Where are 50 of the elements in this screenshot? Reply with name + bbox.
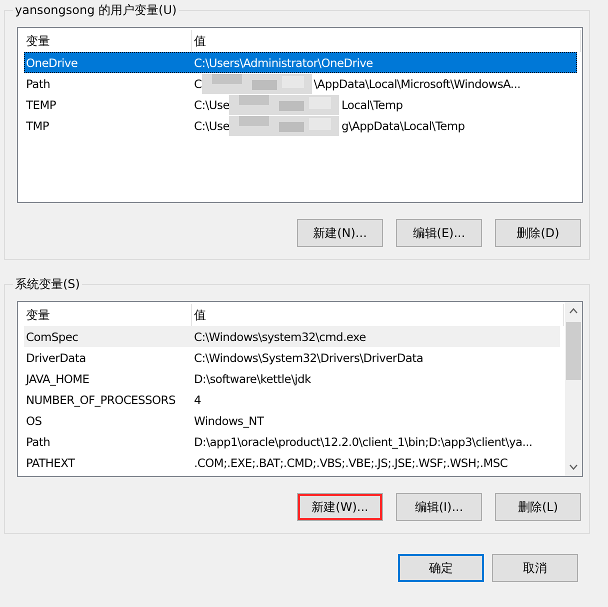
action-button[interactable]: 新建(N)...	[297, 219, 383, 247]
variable-row[interactable]: Path C \AppData\Local\Microsoft\WindowsA...	[24, 73, 577, 94]
scroll-up-icon[interactable]	[569, 308, 578, 314]
variable-name: DriverData	[25, 350, 87, 364]
variable-row[interactable]: Path D:\app1\oracle\product\12.2.0\client_1\bin;D:\app3\client\ya...	[24, 431, 560, 452]
cancel-button[interactable]: 取消	[492, 554, 578, 582]
action-button[interactable]: 编辑(I)...	[396, 493, 482, 521]
variable-name: OneDrive	[25, 56, 79, 70]
variable-value: 4	[193, 392, 202, 406]
variable-value: D:\software\kettle\jdk	[193, 372, 311, 386]
scrollbar[interactable]	[565, 302, 582, 476]
ok-button[interactable]: 确定	[398, 554, 484, 582]
variable-value: Local\Temp	[340, 98, 403, 112]
variable-name: TMP	[25, 118, 50, 132]
variable-name: ComSpec	[25, 330, 80, 344]
variable-value: \AppData\Local\Microsoft\WindowsA...	[312, 76, 520, 90]
variable-name: Path	[25, 76, 52, 90]
variable-name: JAVA_HOME	[24, 372, 90, 386]
variable-row[interactable]: NUMBER_OF_PROCESSORS 4	[24, 389, 560, 410]
variable-row[interactable]: OneDrive C:\Users\Administrator\OneDrive	[24, 52, 577, 73]
scroll-down-icon[interactable]	[569, 464, 578, 470]
variable-value: C:\Use	[193, 98, 230, 112]
variable-row[interactable]: TEMP C:\Use Local\Temp	[24, 94, 577, 115]
variable-value: C	[193, 76, 202, 90]
group-title: 系统变量(S)	[13, 276, 82, 293]
action-button[interactable]: 删除(D)	[495, 219, 581, 247]
variable-name: PATHEXT	[25, 456, 76, 470]
variable-value: g\AppData\Local\Temp	[340, 118, 465, 132]
variable-value: C:\Windows\system32\cmd.exe	[193, 330, 366, 344]
group-title: yansongsong 的用户变量(U)	[13, 2, 179, 19]
variable-row[interactable]: OS Windows_NT	[24, 410, 560, 431]
variable-row[interactable]: TMP C:\Use g\AppData\Local\Temp	[24, 115, 577, 136]
variable-value: .COM;.EXE;.BAT;.CMD;.VBS;.VBE;.JS;.JSE;.WSF;.WSH;.MSC	[193, 456, 508, 470]
variable-name: NUMBER_OF_PROCESSORS	[25, 392, 176, 406]
variable-value: C:\Users\Administrator\OneDrive	[193, 56, 373, 70]
variable-name: TEMP	[25, 98, 57, 112]
action-button[interactable]: 新建(W)...	[297, 493, 383, 521]
variable-value: D:\app1\oracle\product\12.2.0\client_1\bin;D:\app3\client\ya...	[193, 434, 532, 448]
variable-row[interactable]: JAVA_HOME D:\software\kettle\jdk	[24, 368, 560, 389]
action-button[interactable]: 删除(L)	[495, 493, 581, 521]
variable-value: Windows_NT	[193, 414, 264, 428]
variable-value: C:\Windows\System32\Drivers\DriverData	[193, 350, 424, 364]
variable-name: Path	[25, 434, 52, 448]
scroll-thumb[interactable]	[566, 322, 581, 380]
variable-name: OS	[25, 414, 43, 428]
variable-row[interactable]: PATHEXT .COM;.EXE;.BAT;.CMD;.VBS;.VBE;.JS;.JSE;.WSF;.WSH;.MSC	[24, 452, 560, 473]
variable-value: C:\Use	[193, 118, 230, 132]
variable-row[interactable]: ComSpec C:\Windows\system32\cmd.exe	[24, 326, 560, 347]
action-button[interactable]: 编辑(E)...	[396, 219, 482, 247]
variable-row[interactable]: DriverData C:\Windows\System32\Drivers\DriverData	[24, 347, 560, 368]
